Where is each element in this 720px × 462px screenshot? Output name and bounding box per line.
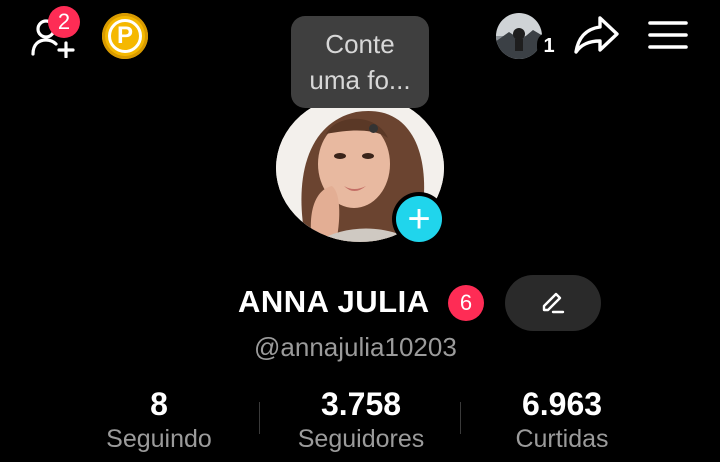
stat-followers-label: Seguidores xyxy=(297,425,425,453)
share-button[interactable] xyxy=(570,12,622,58)
menu-button[interactable] xyxy=(644,14,692,56)
stat-following-value: 8 xyxy=(150,386,168,422)
add-friend-button[interactable]: 2 xyxy=(26,6,82,60)
stat-divider xyxy=(460,402,461,434)
account-switch-button[interactable]: 1 xyxy=(495,10,565,62)
stat-followers-value: 3.758 xyxy=(320,386,402,422)
bio-tooltip[interactable]: Conte uma fo... xyxy=(291,16,429,108)
profile-name: ANNA JULIA xyxy=(238,284,430,319)
tooltip-pointer xyxy=(369,124,378,133)
share-icon xyxy=(574,16,619,54)
stat-followers[interactable]: 3.758 Seguidores xyxy=(282,386,440,454)
stat-likes-value: 6.963 xyxy=(521,386,603,422)
tooltip-line-1: Conte xyxy=(325,29,395,59)
plus-icon: + xyxy=(396,196,442,242)
add-photo-button[interactable]: + xyxy=(392,192,446,246)
profile-handle: @annajulia10203 xyxy=(254,332,457,362)
pencil-icon xyxy=(542,292,565,314)
coin-button[interactable]: P xyxy=(101,12,149,60)
stat-following[interactable]: 8 Seguindo xyxy=(94,386,224,454)
tooltip-line-2: uma fo... xyxy=(309,65,411,95)
edit-profile-button[interactable] xyxy=(505,275,601,331)
account-switch-count: 1 xyxy=(537,32,561,60)
add-friend-badge: 2 xyxy=(48,6,80,38)
coin-icon: P xyxy=(102,13,148,59)
menu-icon xyxy=(648,21,688,49)
stat-divider xyxy=(259,402,260,434)
account-avatar-icon xyxy=(496,13,542,59)
stat-likes-label: Curtidas xyxy=(515,425,609,453)
notification-badge[interactable]: 6 xyxy=(448,285,484,321)
stat-likes[interactable]: 6.963 Curtidas xyxy=(498,386,626,454)
stat-following-label: Seguindo xyxy=(106,425,212,453)
